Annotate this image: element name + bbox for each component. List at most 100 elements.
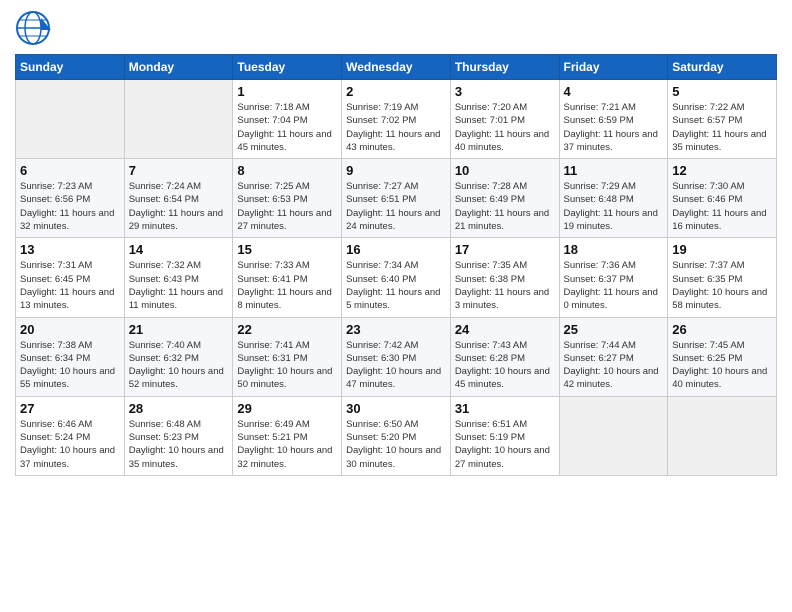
calendar-day-cell: 31 Sunrise: 6:51 AM Sunset: 5:19 PM Dayli… [450, 396, 559, 475]
day-of-week-header: Sunday [16, 55, 125, 80]
day-info: Sunrise: 7:25 AM Sunset: 6:53 PM Dayligh… [237, 180, 337, 233]
day-number: 22 [237, 322, 337, 337]
calendar-day-cell: 12Sunrise: 7:30 AM Sunset: 6:46 PM Dayli… [668, 159, 777, 238]
day-number: 10 [455, 163, 555, 178]
calendar-day-cell [16, 80, 125, 159]
day-number: 7 [129, 163, 229, 178]
day-info: Sunrise: 7:34 AM Sunset: 6:40 PM Dayligh… [346, 259, 446, 312]
calendar-day-cell: 28Sunrise: 6:48 AM Sunset: 5:23 PM Dayli… [124, 396, 233, 475]
day-of-week-header: Saturday [668, 55, 777, 80]
day-number: 14 [129, 242, 229, 257]
day-number: 9 [346, 163, 446, 178]
calendar-day-cell: 10Sunrise: 7:28 AM Sunset: 6:49 PM Dayli… [450, 159, 559, 238]
day-info: Sunrise: 6:49 AM Sunset: 5:21 PM Dayligh… [237, 418, 337, 471]
day-info: Sunrise: 7:44 AM Sunset: 6:27 PM Dayligh… [564, 339, 664, 392]
calendar-week-row: 13Sunrise: 7:31 AM Sunset: 6:45 PM Dayli… [16, 238, 777, 317]
day-info: Sunrise: 7:42 AM Sunset: 6:30 PM Dayligh… [346, 339, 446, 392]
day-number: 24 [455, 322, 555, 337]
calendar-day-cell: 24 Sunrise: 7:43 AM Sunset: 6:28 PM Dayli… [450, 317, 559, 396]
day-info: Sunrise: 6:48 AM Sunset: 5:23 PM Dayligh… [129, 418, 229, 471]
day-info: Sunrise: 7:40 AM Sunset: 6:32 PM Dayligh… [129, 339, 229, 392]
day-number: 5 [672, 84, 772, 99]
day-number: 25 [564, 322, 664, 337]
calendar-day-cell: 21Sunrise: 7:40 AM Sunset: 6:32 PM Dayli… [124, 317, 233, 396]
day-of-week-header: Friday [559, 55, 668, 80]
day-number: 15 [237, 242, 337, 257]
page: SundayMondayTuesdayWednesdayThursdayFrid… [0, 0, 792, 612]
day-info: Sunrise: 7:45 AM Sunset: 6:25 PM Dayligh… [672, 339, 772, 392]
day-number: 17 [455, 242, 555, 257]
calendar-day-cell: 6Sunrise: 7:23 AM Sunset: 6:56 PM Daylig… [16, 159, 125, 238]
calendar-day-cell [124, 80, 233, 159]
day-info: Sunrise: 7:20 AM Sunset: 7:01 PM Dayligh… [455, 101, 555, 154]
calendar-table: SundayMondayTuesdayWednesdayThursdayFrid… [15, 54, 777, 476]
day-number: 16 [346, 242, 446, 257]
day-number: 23 [346, 322, 446, 337]
day-info: Sunrise: 7:37 AM Sunset: 6:35 PM Dayligh… [672, 259, 772, 312]
day-number: 18 [564, 242, 664, 257]
day-number: 3 [455, 84, 555, 99]
day-number: 19 [672, 242, 772, 257]
calendar-week-row: 1 Sunrise: 7:18 AM Sunset: 7:04 PM Daylig… [16, 80, 777, 159]
calendar-week-row: 6Sunrise: 7:23 AM Sunset: 6:56 PM Daylig… [16, 159, 777, 238]
day-number: 13 [20, 242, 120, 257]
header [15, 10, 777, 46]
calendar-day-cell: 29 Sunrise: 6:49 AM Sunset: 5:21 PM Dayli… [233, 396, 342, 475]
day-number: 30 [346, 401, 446, 416]
calendar-day-cell: 26 Sunrise: 7:45 AM Sunset: 6:25 PM Dayli… [668, 317, 777, 396]
calendar-day-cell [559, 396, 668, 475]
day-info: Sunrise: 6:51 AM Sunset: 5:19 PM Dayligh… [455, 418, 555, 471]
calendar-day-cell: 7 Sunrise: 7:24 AM Sunset: 6:54 PM Daylig… [124, 159, 233, 238]
day-number: 31 [455, 401, 555, 416]
day-info: Sunrise: 7:43 AM Sunset: 6:28 PM Dayligh… [455, 339, 555, 392]
calendar-day-cell: 1 Sunrise: 7:18 AM Sunset: 7:04 PM Daylig… [233, 80, 342, 159]
calendar-day-cell: 8 Sunrise: 7:25 AM Sunset: 6:53 PM Daylig… [233, 159, 342, 238]
calendar-day-cell: 18 Sunrise: 7:36 AM Sunset: 6:37 PM Dayli… [559, 238, 668, 317]
calendar-day-cell: 14Sunrise: 7:32 AM Sunset: 6:43 PM Dayli… [124, 238, 233, 317]
calendar-day-cell: 17 Sunrise: 7:35 AM Sunset: 6:38 PM Dayli… [450, 238, 559, 317]
day-info: Sunrise: 6:50 AM Sunset: 5:20 PM Dayligh… [346, 418, 446, 471]
day-number: 4 [564, 84, 664, 99]
calendar-day-cell: 3 Sunrise: 7:20 AM Sunset: 7:01 PM Daylig… [450, 80, 559, 159]
calendar-day-cell: 20 Sunrise: 7:38 AM Sunset: 6:34 PM Dayli… [16, 317, 125, 396]
calendar-day-cell: 27Sunrise: 6:46 AM Sunset: 5:24 PM Dayli… [16, 396, 125, 475]
day-of-week-header: Monday [124, 55, 233, 80]
day-number: 29 [237, 401, 337, 416]
day-of-week-header: Tuesday [233, 55, 342, 80]
day-number: 11 [564, 163, 664, 178]
day-number: 1 [237, 84, 337, 99]
day-info: Sunrise: 7:19 AM Sunset: 7:02 PM Dayligh… [346, 101, 446, 154]
calendar-day-cell: 25 Sunrise: 7:44 AM Sunset: 6:27 PM Dayli… [559, 317, 668, 396]
day-info: Sunrise: 7:24 AM Sunset: 6:54 PM Dayligh… [129, 180, 229, 233]
calendar-day-cell: 23 Sunrise: 7:42 AM Sunset: 6:30 PM Dayli… [342, 317, 451, 396]
day-of-week-header: Thursday [450, 55, 559, 80]
day-number: 26 [672, 322, 772, 337]
day-info: Sunrise: 7:33 AM Sunset: 6:41 PM Dayligh… [237, 259, 337, 312]
day-info: Sunrise: 7:18 AM Sunset: 7:04 PM Dayligh… [237, 101, 337, 154]
calendar-day-cell: 16 Sunrise: 7:34 AM Sunset: 6:40 PM Dayli… [342, 238, 451, 317]
day-info: Sunrise: 7:36 AM Sunset: 6:37 PM Dayligh… [564, 259, 664, 312]
calendar-day-cell: 15 Sunrise: 7:33 AM Sunset: 6:41 PM Dayli… [233, 238, 342, 317]
day-info: Sunrise: 7:21 AM Sunset: 6:59 PM Dayligh… [564, 101, 664, 154]
day-info: Sunrise: 6:46 AM Sunset: 5:24 PM Dayligh… [20, 418, 120, 471]
day-info: Sunrise: 7:35 AM Sunset: 6:38 PM Dayligh… [455, 259, 555, 312]
day-info: Sunrise: 7:27 AM Sunset: 6:51 PM Dayligh… [346, 180, 446, 233]
day-info: Sunrise: 7:41 AM Sunset: 6:31 PM Dayligh… [237, 339, 337, 392]
calendar-day-cell: 4 Sunrise: 7:21 AM Sunset: 6:59 PM Daylig… [559, 80, 668, 159]
day-of-week-header: Wednesday [342, 55, 451, 80]
day-info: Sunrise: 7:29 AM Sunset: 6:48 PM Dayligh… [564, 180, 664, 233]
calendar-day-cell: 5 Sunrise: 7:22 AM Sunset: 6:57 PM Daylig… [668, 80, 777, 159]
day-number: 20 [20, 322, 120, 337]
day-info: Sunrise: 7:30 AM Sunset: 6:46 PM Dayligh… [672, 180, 772, 233]
day-info: Sunrise: 7:38 AM Sunset: 6:34 PM Dayligh… [20, 339, 120, 392]
day-number: 2 [346, 84, 446, 99]
logo-globe-icon [15, 10, 51, 46]
calendar-week-row: 20 Sunrise: 7:38 AM Sunset: 6:34 PM Dayli… [16, 317, 777, 396]
calendar-day-cell: 11 Sunrise: 7:29 AM Sunset: 6:48 PM Dayli… [559, 159, 668, 238]
day-info: Sunrise: 7:22 AM Sunset: 6:57 PM Dayligh… [672, 101, 772, 154]
calendar-header-row: SundayMondayTuesdayWednesdayThursdayFrid… [16, 55, 777, 80]
calendar-day-cell: 13Sunrise: 7:31 AM Sunset: 6:45 PM Dayli… [16, 238, 125, 317]
logo [15, 10, 54, 46]
calendar-day-cell: 30 Sunrise: 6:50 AM Sunset: 5:20 PM Dayli… [342, 396, 451, 475]
day-number: 8 [237, 163, 337, 178]
